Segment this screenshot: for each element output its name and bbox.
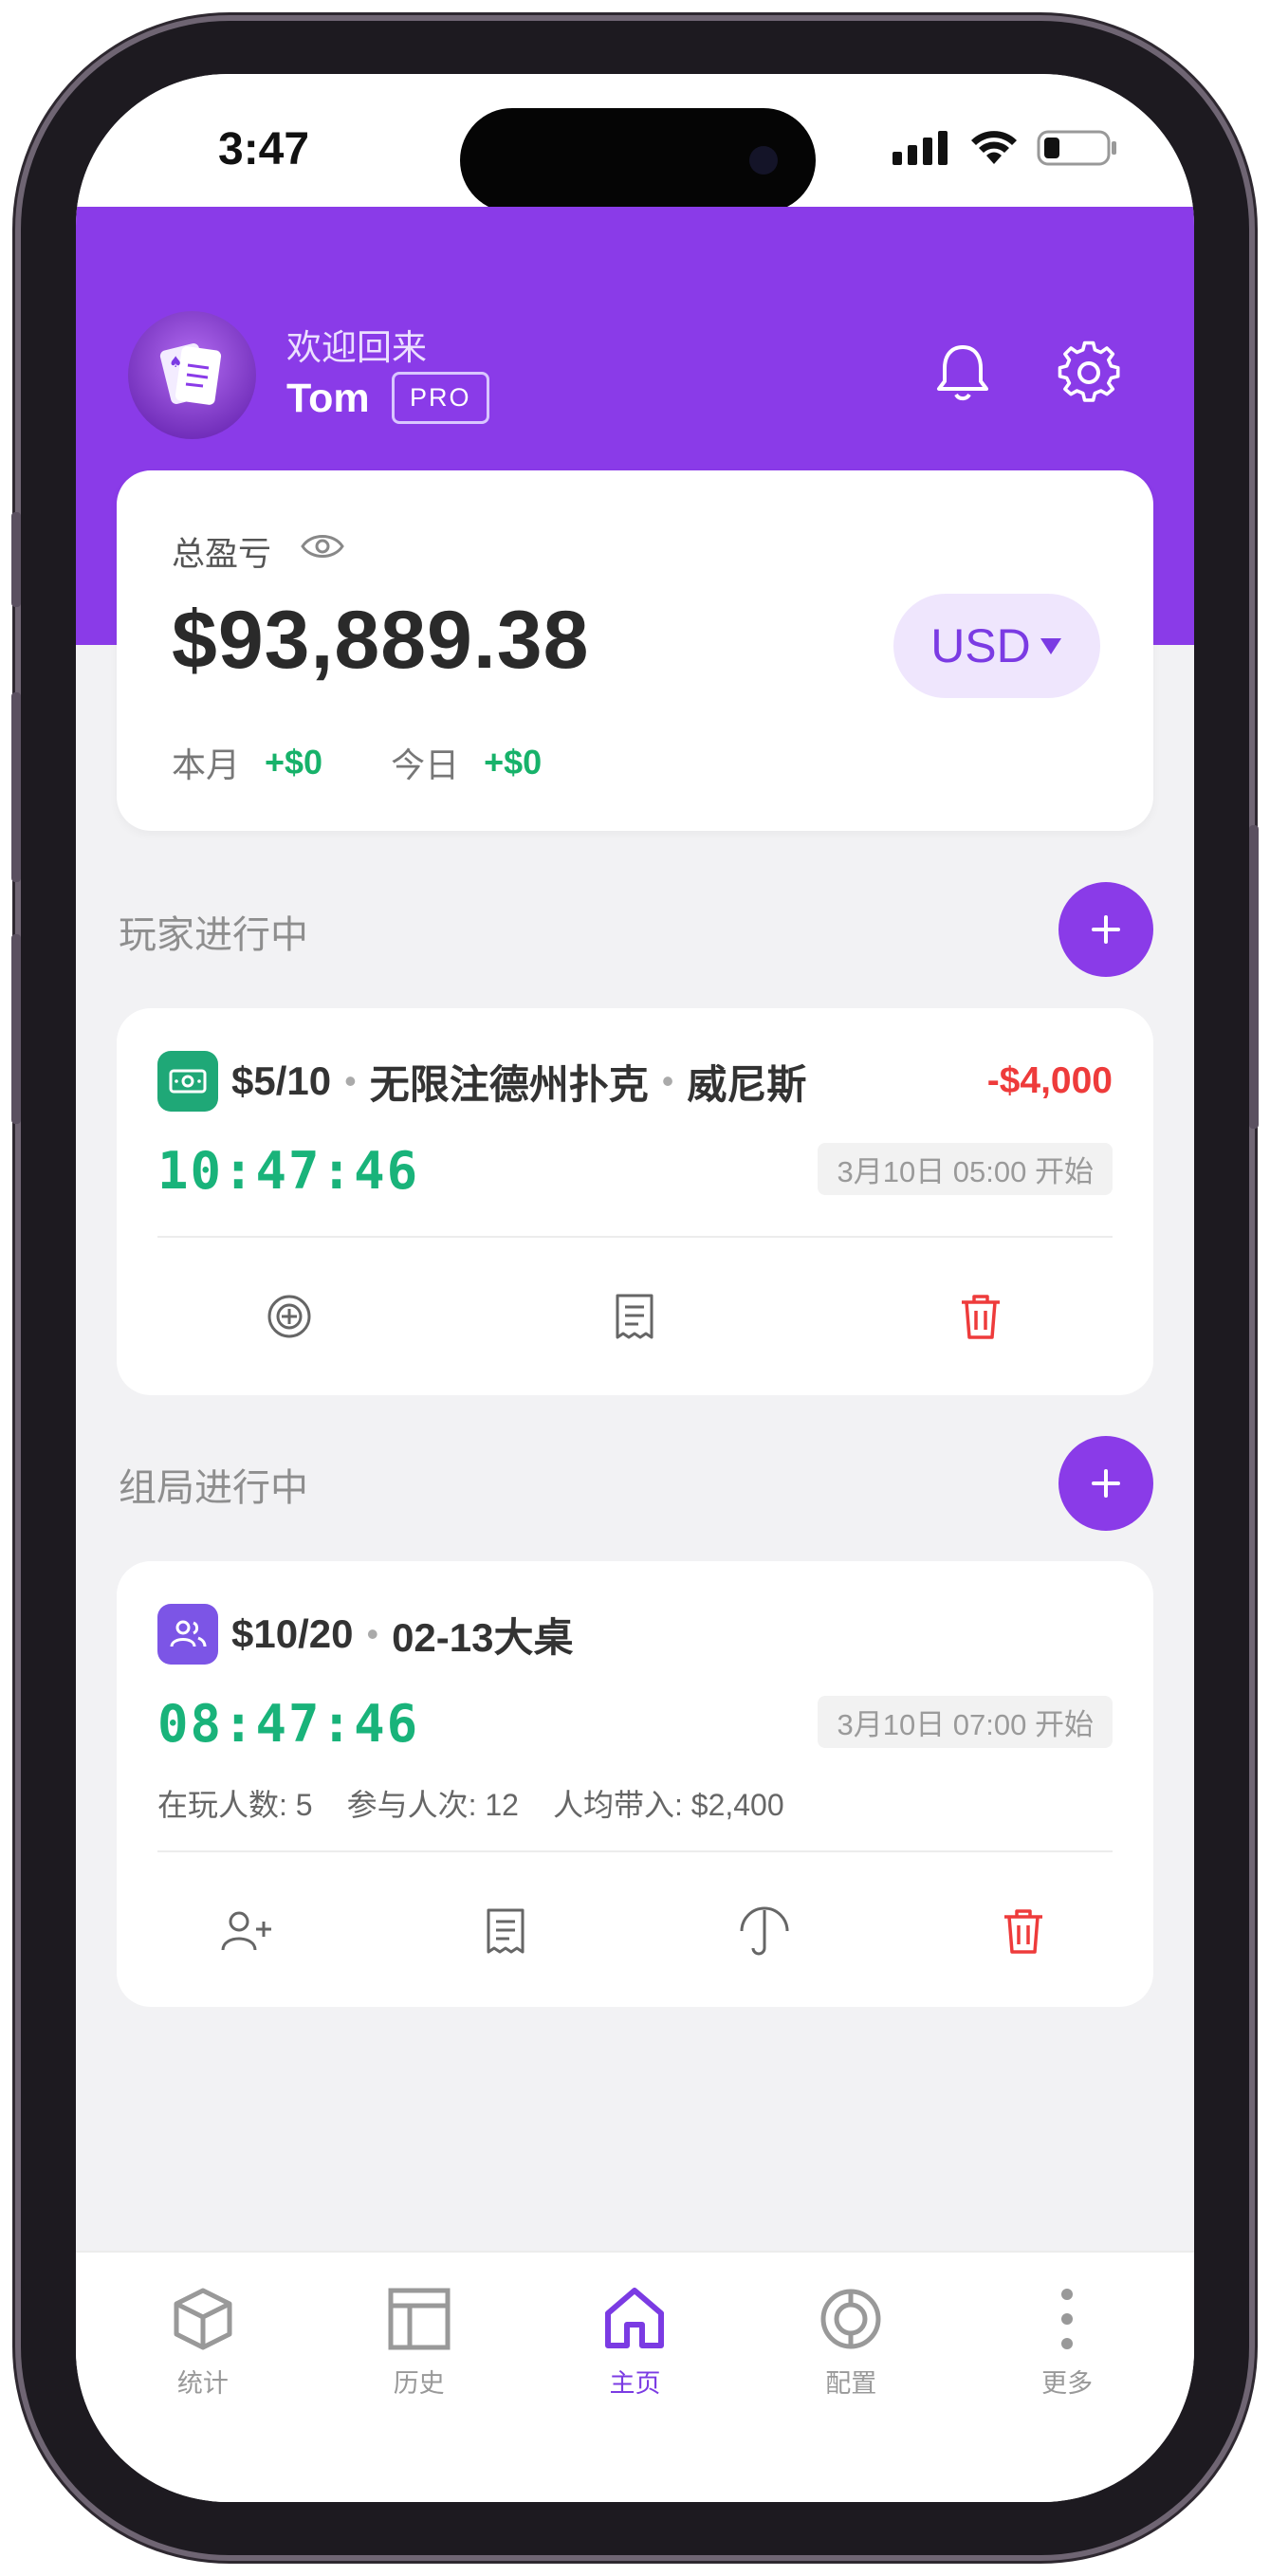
status-time: 3:47 <box>218 124 310 175</box>
currency-select[interactable]: USD <box>893 594 1100 698</box>
status-bar: 3:47 <box>76 74 1194 212</box>
separator-dot: • <box>661 1061 674 1100</box>
session-location: 威尼斯 <box>687 1061 807 1107</box>
delete-session-button[interactable] <box>985 1893 1061 1969</box>
session-start-time: 3月10日 05:00 开始 <box>818 1143 1113 1195</box>
umbrella-icon <box>740 1906 789 1956</box>
session-timer: 10:47:46 <box>157 1141 420 1201</box>
trash-icon <box>1004 1909 1043 1954</box>
caret-down-icon <box>1040 638 1061 654</box>
cellular-signal-icon <box>893 131 948 165</box>
separator-dot: • <box>344 1061 357 1100</box>
tab-more[interactable]: 更多 <box>972 2253 1162 2502</box>
delete-session-button[interactable] <box>943 1279 1019 1354</box>
session-stakes: $10/20 <box>231 1611 354 1656</box>
tab-label: 配置 <box>825 2369 877 2398</box>
add-player-button[interactable] <box>209 1893 285 1969</box>
avg-buyin: 人均带入: $2,400 <box>552 1788 784 1822</box>
tab-history[interactable]: 历史 <box>324 2253 514 2502</box>
add-player-session-button[interactable] <box>1058 882 1153 977</box>
session-game: 无限注德州扑克 <box>369 1061 649 1107</box>
tab-label: 历史 <box>393 2369 445 2398</box>
pro-badge: PRO <box>392 372 489 424</box>
power-button <box>1249 825 1259 1129</box>
volume-up-button <box>11 692 21 882</box>
users-icon <box>170 1620 207 1647</box>
session-stakes: $5/10 <box>231 1058 332 1103</box>
more-icon <box>1061 2289 1074 2349</box>
session-result: -$4,000 <box>986 1060 1113 1101</box>
currency-value: USD <box>930 619 1031 672</box>
trash-icon <box>961 1295 1000 1339</box>
tab-stats[interactable]: 统计 <box>108 2253 298 2502</box>
player-session-card[interactable]: $5/10 • 无限注德州扑克 • 威尼斯 -$4,000 10:47:46 3… <box>117 1008 1153 1395</box>
status-icons <box>893 129 1118 167</box>
session-actions <box>117 1279 1153 1354</box>
period-stats: 本月 +$0 今日 +$0 <box>172 738 610 787</box>
action-button <box>11 512 21 607</box>
today-label: 今日 <box>391 745 460 784</box>
total-pnl-label: 总盈亏 <box>172 536 272 573</box>
month-label: 本月 <box>172 745 241 784</box>
players-now: 在玩人数: 5 <box>157 1788 313 1822</box>
user-plus-icon <box>221 1911 271 1951</box>
avatar[interactable]: ♠ <box>128 311 256 439</box>
home-icon <box>605 2288 665 2348</box>
session-title-row: $10/20 • 02-13大桌 <box>157 1604 574 1665</box>
chip-icon <box>820 2289 881 2349</box>
separator-dot: • <box>366 1614 379 1653</box>
camera-icon <box>749 146 778 175</box>
session-table: 02-13大桌 <box>392 1614 574 1660</box>
username: Tom <box>286 376 370 421</box>
records-button[interactable] <box>597 1279 672 1354</box>
battery-icon <box>1037 130 1116 166</box>
eye-icon[interactable] <box>300 527 345 565</box>
bell-icon[interactable] <box>929 340 996 406</box>
divider <box>157 1850 1113 1852</box>
tab-bar: 统计 历史 主页 配置 更多 <box>76 2251 1194 2502</box>
tab-label: 统计 <box>176 2369 229 2398</box>
month-value: +$0 <box>265 743 323 782</box>
today-value: +$0 <box>484 743 543 782</box>
host-section-title: 组局进行中 <box>119 1467 308 1509</box>
tab-label: 更多 <box>1041 2369 1094 2398</box>
dynamic-island <box>460 108 816 212</box>
tab-label: 主页 <box>609 2369 661 2398</box>
plus-icon <box>1092 915 1120 944</box>
plus-icon <box>1092 1469 1120 1498</box>
divider <box>157 1236 1113 1238</box>
volume-down-button <box>11 934 21 1124</box>
cash-icon <box>169 1069 207 1094</box>
svg-text:♠: ♠ <box>169 353 182 371</box>
tab-home[interactable]: 主页 <box>540 2253 729 2502</box>
cash-game-badge <box>157 1051 218 1112</box>
receipt-icon <box>616 1294 653 1339</box>
records-button[interactable] <box>468 1893 543 1969</box>
entries-count: 参与人次: 12 <box>346 1788 519 1822</box>
receipt-icon <box>487 1908 525 1954</box>
layout-icon <box>388 2288 451 2350</box>
player-section-title: 玩家进行中 <box>119 914 308 956</box>
host-game-badge <box>157 1604 218 1665</box>
host-actions <box>117 1893 1153 1969</box>
session-start-time: 3月10日 07:00 开始 <box>818 1696 1113 1748</box>
app-screen: 3:47 ♠ 欢迎回来 Tom PRO 总盈亏 $93,889.38 USD 本… <box>76 74 1194 2502</box>
tab-config[interactable]: 配置 <box>756 2253 946 2502</box>
cashout-button[interactable] <box>727 1893 802 1969</box>
host-stats-row: 在玩人数: 5 参与人次: 12 人均带入: $2,400 <box>157 1781 784 1825</box>
host-session-card[interactable]: $10/20 • 02-13大桌 08:47:46 3月10日 07:00 开始… <box>117 1561 1153 2007</box>
session-title-row: $5/10 • 无限注德州扑克 • 威尼斯 <box>157 1051 806 1112</box>
cards-icon: ♠ <box>159 342 221 405</box>
summary-card: 总盈亏 $93,889.38 USD 本月 +$0 今日 +$0 <box>117 470 1153 831</box>
target-icon <box>267 1295 311 1338</box>
add-host-session-button[interactable] <box>1058 1436 1153 1531</box>
wifi-icon <box>971 131 1017 164</box>
welcome-text: 欢迎回来 <box>286 328 427 367</box>
gear-icon[interactable] <box>1056 340 1122 406</box>
session-timer: 08:47:46 <box>157 1694 420 1754</box>
rebuy-button[interactable] <box>251 1279 327 1354</box>
total-pnl-value: $93,889.38 <box>172 595 590 686</box>
cube-icon <box>174 2288 232 2350</box>
